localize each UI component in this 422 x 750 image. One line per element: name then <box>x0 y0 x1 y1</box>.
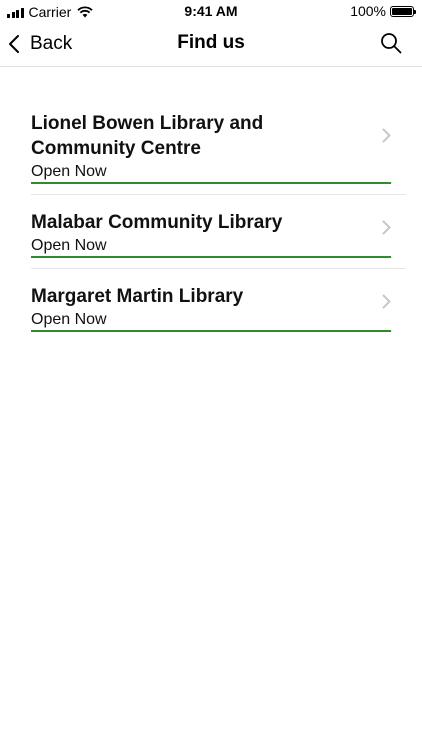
status-indicator-line <box>31 182 391 184</box>
battery-percentage: 100% <box>350 3 386 19</box>
library-status: Open Now <box>31 237 107 254</box>
library-name: Margaret Martin Library <box>31 286 244 307</box>
search-icon[interactable] <box>380 32 402 54</box>
chevron-right-icon <box>382 220 391 235</box>
page-title: Find us <box>177 32 245 53</box>
list-item[interactable]: Malabar Community Library Open Now <box>31 195 406 269</box>
battery-icon <box>390 5 416 17</box>
library-status: Open Now <box>31 163 107 180</box>
library-name: Malabar Community Library <box>31 212 283 233</box>
library-status: Open Now <box>31 311 107 328</box>
status-bar: Carrier 9:41 AM 100% <box>0 0 422 24</box>
list-item[interactable]: Margaret Martin Library Open Now <box>31 269 406 332</box>
chevron-right-icon <box>382 294 391 309</box>
status-indicator-line <box>31 330 391 332</box>
library-list: Lionel Bowen Library and Community Centr… <box>0 96 422 342</box>
status-right: 100% <box>350 3 416 19</box>
navigation-bar: Back Find us <box>0 24 422 67</box>
chevron-right-icon <box>382 128 391 143</box>
library-name: Lionel Bowen Library and Community Centr… <box>31 113 264 159</box>
status-indicator-line <box>31 256 391 258</box>
list-item[interactable]: Lionel Bowen Library and Community Centr… <box>31 96 406 195</box>
